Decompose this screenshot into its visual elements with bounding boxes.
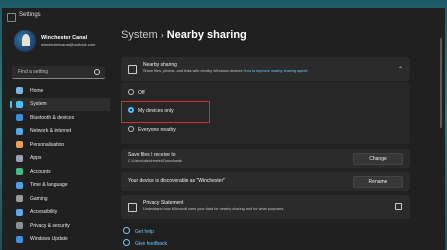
radio-label: Everyone nearby — [138, 126, 176, 133]
sidebar-item-label: Time & language — [30, 182, 68, 188]
update-icon — [16, 235, 23, 243]
highlight-box — [121, 101, 210, 123]
search-icon — [94, 69, 100, 75]
sidebar-item-label: Gaming — [30, 195, 48, 202]
sidebar-item-system[interactable]: System — [10, 97, 110, 111]
settings-app-icon — [7, 13, 16, 22]
nearby-sharing-icon — [128, 65, 137, 74]
nearby-sharing-title: Nearby sharing — [143, 62, 177, 68]
sidebar-item-accounts[interactable]: Accounts — [10, 165, 110, 179]
system-icon — [16, 100, 23, 108]
chevron-right-icon: › — [160, 30, 164, 40]
get-help-link[interactable]: Get help — [123, 227, 154, 235]
network-icon — [16, 127, 23, 135]
sidebar-item-windows-update[interactable]: Windows Update — [10, 233, 110, 247]
avatar — [14, 30, 36, 52]
privacy-title: Privacy Statement — [143, 200, 184, 206]
change-button[interactable]: Change — [353, 153, 403, 165]
settings-window: Settings Winchester Canal winchestercana… — [2, 8, 445, 250]
search-placeholder: Find a setting — [18, 69, 49, 75]
page-title: Nearby sharing — [166, 29, 247, 41]
sidebar-item-label: Privacy & security — [30, 222, 70, 229]
feedback-icon — [123, 239, 130, 246]
external-link-icon — [395, 203, 402, 210]
sidebar-item-label: Home — [30, 87, 44, 94]
save-files-row: Save files I receive to C:\Users\winches… — [121, 149, 410, 168]
sidebar-item-label: Network & internet — [30, 128, 72, 134]
save-files-path: C:\Users\winchester\Downloads — [128, 159, 182, 163]
sidebar-item-label: Personalisation — [30, 141, 65, 148]
sidebar-item-privacy[interactable]: Privacy & security — [10, 219, 110, 233]
discoverable-text: Your device is discoverable as "Winchest… — [128, 178, 226, 184]
radio-button[interactable] — [128, 89, 134, 95]
radio-off[interactable]: Off — [128, 88, 248, 98]
sidebar-item-network[interactable]: Network & internet — [10, 125, 110, 139]
sidebar-item-label: Apps — [30, 155, 42, 161]
title-bar: Settings — [2, 8, 445, 26]
help-icon — [123, 227, 130, 234]
scrollbar[interactable] — [440, 38, 442, 128]
sidebar-item-apps[interactable]: Apps — [10, 152, 110, 166]
apps-icon — [16, 154, 23, 162]
sidebar-item-label: Accessibility — [30, 209, 58, 215]
give-feedback-link[interactable]: Give feedback — [123, 239, 167, 247]
accounts-icon — [16, 168, 23, 175]
nearby-sharing-description: Share files, photos, and links with near… — [143, 69, 307, 73]
sidebar-item-accessibility[interactable]: Accessibility — [10, 206, 110, 220]
privacy-statement-row[interactable]: Privacy Statement Understand how Microso… — [121, 195, 410, 219]
save-files-title: Save files I receive to — [128, 152, 176, 158]
sidebar-item-personalisation[interactable]: Personalisation — [10, 138, 110, 152]
description-text: Share files, photos, and links with near… — [143, 69, 243, 73]
profile-email: winchestercanal@outlook.com — [41, 42, 96, 47]
give-feedback-label: Give feedback — [135, 241, 167, 247]
accessibility-icon — [16, 208, 23, 216]
sidebar-item-gaming[interactable]: Gaming — [10, 192, 110, 206]
rename-button[interactable]: Rename — [353, 176, 403, 188]
sidebar-item-time-language[interactable]: Time & language — [10, 179, 110, 193]
window-title: Settings — [19, 12, 41, 18]
sidebar-item-label: Windows Update — [30, 236, 68, 242]
profile-name: Winchester Canal — [41, 35, 88, 41]
sidebar-item-label: Bluetooth & devices — [30, 114, 75, 121]
discoverable-row: Your device is discoverable as "Winchest… — [121, 172, 410, 191]
breadcrumb-system-link[interactable]: System — [121, 29, 158, 41]
sidebar-nav: Home System Bluetooth & devices Network … — [10, 84, 110, 246]
radio-label: Off — [138, 89, 145, 96]
search-input[interactable]: Find a setting — [12, 66, 105, 79]
radio-everyone-nearby[interactable]: Everyone nearby — [128, 125, 248, 135]
privacy-description: Understand how Microsoft uses your data … — [143, 207, 284, 211]
radio-button[interactable] — [128, 126, 134, 132]
time-language-icon — [16, 181, 23, 189]
home-icon — [16, 87, 23, 94]
sidebar-item-bluetooth[interactable]: Bluetooth & devices — [10, 111, 110, 125]
brush-icon — [16, 141, 23, 148]
shield-icon — [128, 203, 137, 212]
user-profile[interactable]: Winchester Canal winchestercanal@outlook… — [10, 30, 110, 54]
improve-speed-link[interactable]: How to improve nearby sharing speed — [243, 69, 307, 73]
sidebar-item-home[interactable]: Home — [10, 84, 110, 98]
sidebar-item-label: System — [30, 101, 47, 107]
sidebar-item-label: Accounts — [30, 168, 51, 175]
breadcrumb: System › Nearby sharing — [121, 29, 247, 41]
get-help-label: Get help — [135, 229, 154, 235]
nearby-sharing-header[interactable]: Nearby sharing Share files, photos, and … — [121, 57, 410, 81]
shield-icon — [16, 222, 23, 229]
bluetooth-icon — [16, 114, 23, 121]
chevron-up-icon[interactable]: ⌃ — [398, 66, 403, 73]
gaming-icon — [16, 195, 23, 202]
